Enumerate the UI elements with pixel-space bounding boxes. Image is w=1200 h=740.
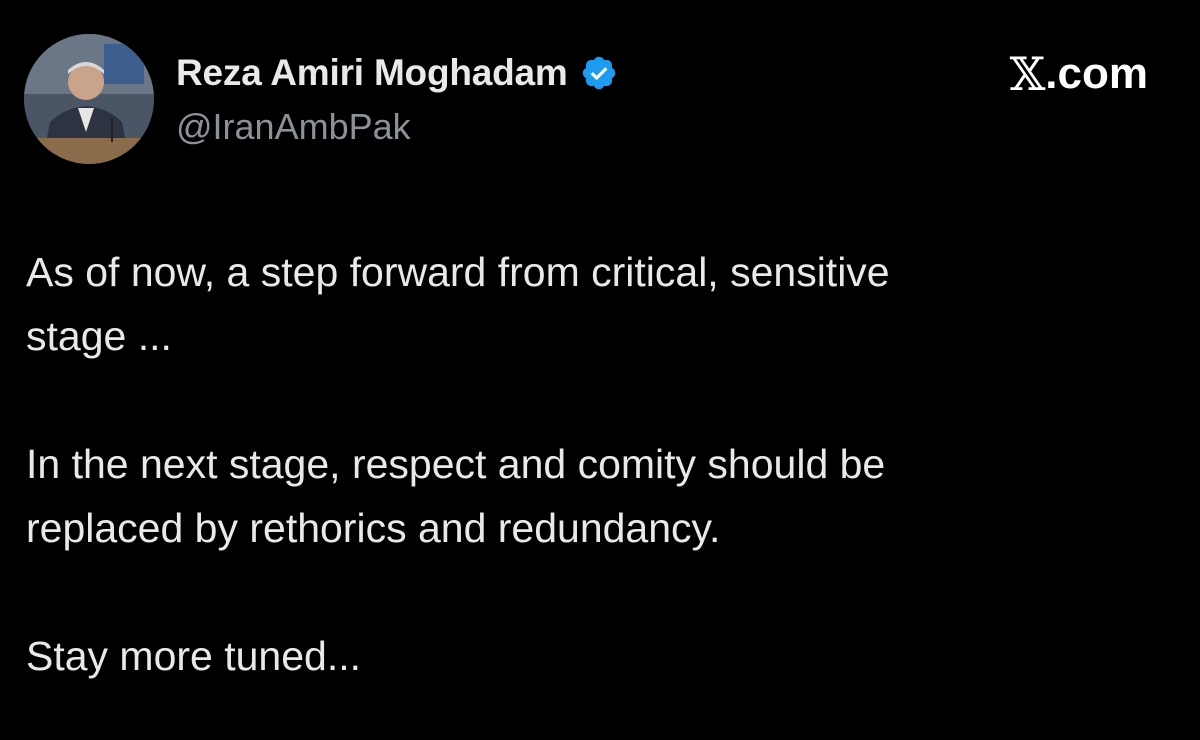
author-name-row: Reza Amiri Moghadam [176,50,618,96]
avatar-photo-icon [24,34,154,164]
tweet-paragraph: In the next stage, respect and comity sh… [26,441,886,551]
verified-badge-icon [580,54,618,92]
brand-domain-suffix: .com [1045,49,1148,98]
tweet-paragraph: Stay more tuned... [26,633,362,679]
tweet-text: As of now, a step forward from critical,… [26,240,1166,688]
tweet-paragraph: As of now, a step forward from critical,… [26,249,890,359]
author-name[interactable]: Reza Amiri Moghadam [176,52,568,94]
x-logo-icon: 𝕏 [1009,47,1046,101]
author-handle[interactable]: @IranAmbPak [176,106,411,148]
tweet-card: Reza Amiri Moghadam @IranAmbPak 𝕏 .com A… [0,0,1200,740]
author-avatar[interactable] [24,34,154,164]
x-com-logo: 𝕏 .com [1010,50,1148,98]
